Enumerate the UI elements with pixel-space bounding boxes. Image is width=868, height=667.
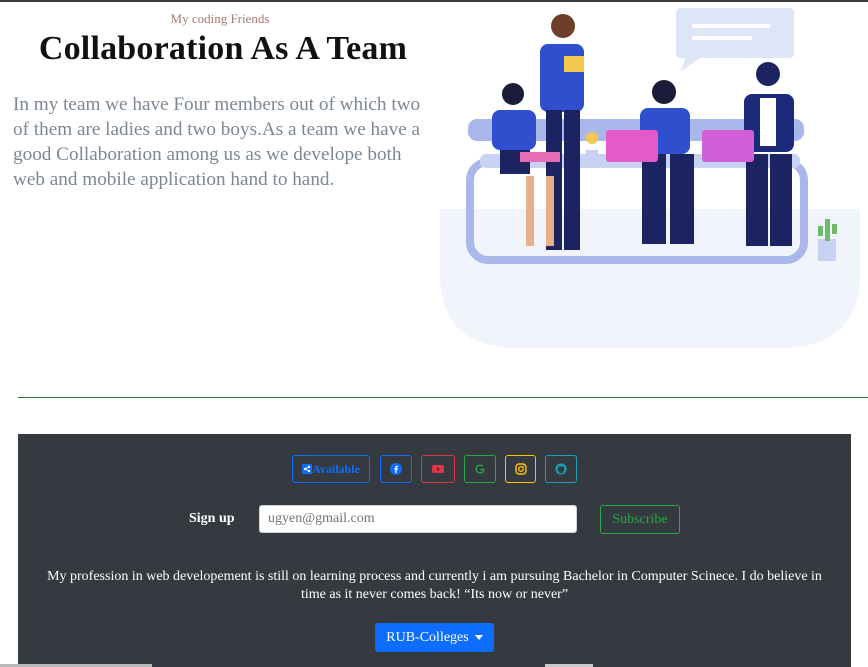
available-button[interactable]: Available bbox=[292, 455, 370, 483]
email-input[interactable] bbox=[259, 505, 577, 533]
facebook-button[interactable] bbox=[380, 455, 412, 483]
youtube-button[interactable] bbox=[421, 455, 455, 483]
google-button[interactable] bbox=[464, 455, 496, 483]
instagram-button[interactable] bbox=[505, 455, 536, 483]
available-label: Available bbox=[312, 461, 360, 476]
section-divider bbox=[18, 397, 868, 398]
github-button[interactable] bbox=[545, 455, 577, 483]
footer: Available Sign up Subscribe My professio… bbox=[18, 434, 851, 667]
rub-colleges-dropdown[interactable]: RUB-Colleges bbox=[375, 623, 494, 652]
dropdown-label: RUB-Colleges bbox=[386, 629, 469, 645]
facebook-icon bbox=[390, 463, 402, 475]
share-icon bbox=[302, 464, 313, 474]
signup-label: Sign up bbox=[189, 511, 235, 526]
github-icon bbox=[555, 463, 567, 475]
instagram-icon bbox=[514, 463, 527, 475]
hero-paragraph: In my team we have Four members out of w… bbox=[13, 94, 421, 190]
team-collaboration-illustration bbox=[440, 4, 860, 352]
page-title: Collaboration As A Team bbox=[38, 30, 408, 67]
google-icon bbox=[475, 464, 485, 474]
hero-eyebrow: My coding Friends bbox=[170, 11, 270, 26]
top-border bbox=[0, 0, 868, 2]
youtube-icon bbox=[432, 465, 444, 473]
subscribe-button[interactable]: Subscribe bbox=[600, 505, 680, 534]
social-buttons-row: Available bbox=[18, 455, 851, 485]
footer-description: My profession in web developement is sti… bbox=[47, 569, 822, 602]
caret-down-icon bbox=[474, 635, 483, 640]
